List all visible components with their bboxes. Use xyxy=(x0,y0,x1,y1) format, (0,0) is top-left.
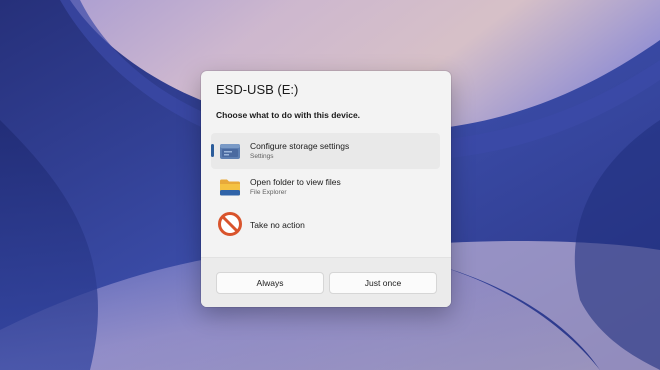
folder-icon xyxy=(220,179,240,196)
option-take-no-action[interactable]: Take no action xyxy=(211,206,440,242)
option-open-folder[interactable]: Open folder to view files File Explorer xyxy=(211,169,440,205)
option-sublabel: Settings xyxy=(250,153,274,160)
storage-drive-icon xyxy=(220,144,240,159)
desktop: ESD-USB (E:) Choose what to do with this… xyxy=(0,0,660,370)
option-label: Open folder to view files xyxy=(250,177,341,187)
selection-indicator xyxy=(211,144,214,157)
dialog-title: ESD-USB (E:) xyxy=(216,82,299,97)
option-label: Take no action xyxy=(250,220,305,230)
just-once-button[interactable]: Just once xyxy=(329,272,437,294)
option-label: Configure storage settings xyxy=(250,141,350,151)
option-configure-storage[interactable]: Configure storage settings Settings xyxy=(211,133,440,169)
always-button[interactable]: Always xyxy=(216,272,324,294)
dialog-footer: Always Just once xyxy=(201,257,451,307)
autoplay-dialog: ESD-USB (E:) Choose what to do with this… xyxy=(201,71,451,307)
option-sublabel: File Explorer xyxy=(250,189,287,196)
dialog-prompt: Choose what to do with this device. xyxy=(216,110,361,120)
no-action-icon xyxy=(218,212,242,236)
